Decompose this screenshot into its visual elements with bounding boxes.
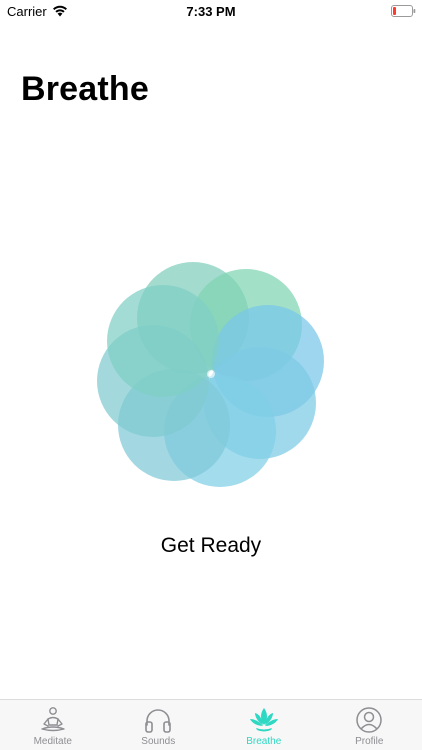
lotus-icon (249, 708, 278, 732)
clock: 7:33 PM (186, 4, 236, 19)
tab-bar: Meditate Sounds Breathe Profile (0, 699, 422, 750)
tab-label: Meditate (33, 736, 72, 747)
meditate-icon (41, 707, 65, 732)
breathing-flower[interactable] (90, 255, 330, 495)
tab-meditate[interactable]: Meditate (0, 700, 106, 750)
page-title: Breathe (21, 70, 150, 108)
tab-breathe[interactable]: Breathe (211, 700, 317, 750)
tab-sounds[interactable]: Sounds (106, 700, 212, 750)
profile-icon (356, 707, 382, 733)
headphones-icon (145, 709, 172, 733)
tab-label: Breathe (246, 736, 282, 747)
tab-profile[interactable]: Profile (317, 700, 422, 750)
breathe-status: Get Ready (160, 534, 262, 557)
flower-petal (107, 285, 219, 397)
battery-icon (391, 5, 416, 17)
tab-label: Sounds (141, 736, 176, 747)
tab-label: Profile (355, 736, 384, 747)
status-bar: Carrier 7:33 PM (0, 0, 422, 24)
flower-center (207, 370, 215, 378)
